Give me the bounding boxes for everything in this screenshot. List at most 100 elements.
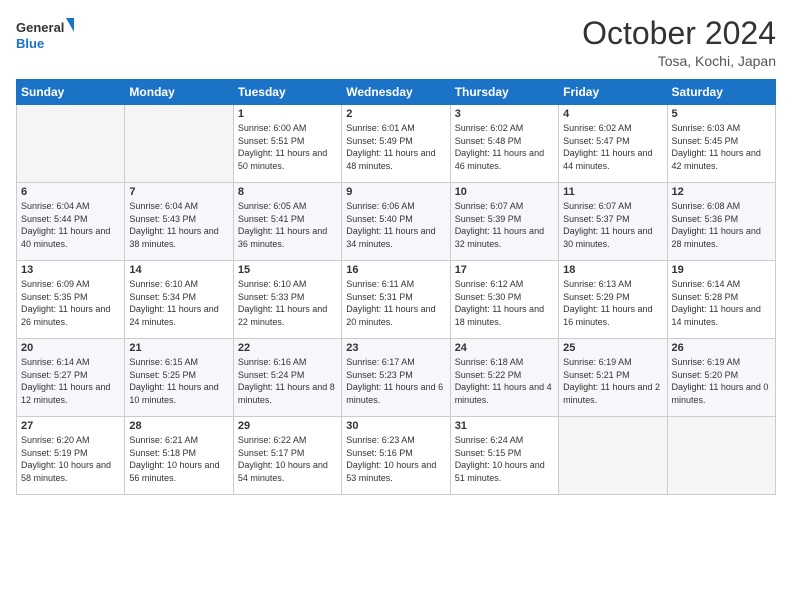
cell-info: Sunrise: 6:04 AMSunset: 5:44 PMDaylight:… bbox=[21, 200, 120, 250]
cell-info: Sunrise: 6:05 AMSunset: 5:41 PMDaylight:… bbox=[238, 200, 337, 250]
cell-info: Sunrise: 6:06 AMSunset: 5:40 PMDaylight:… bbox=[346, 200, 445, 250]
col-sunday: Sunday bbox=[17, 80, 125, 105]
cell-info: Sunrise: 6:01 AMSunset: 5:49 PMDaylight:… bbox=[346, 122, 445, 172]
col-tuesday: Tuesday bbox=[233, 80, 341, 105]
table-row: 10 Sunrise: 6:07 AMSunset: 5:39 PMDayligh… bbox=[450, 183, 558, 261]
table-row: 14 Sunrise: 6:10 AMSunset: 5:34 PMDayligh… bbox=[125, 261, 233, 339]
cell-info: Sunrise: 6:08 AMSunset: 5:36 PMDaylight:… bbox=[672, 200, 771, 250]
day-number: 5 bbox=[672, 108, 771, 120]
day-number: 13 bbox=[21, 264, 120, 276]
day-number: 21 bbox=[129, 342, 228, 354]
title-block: October 2024 Tosa, Kochi, Japan bbox=[582, 16, 776, 69]
table-row: 7 Sunrise: 6:04 AMSunset: 5:43 PMDaylight… bbox=[125, 183, 233, 261]
table-row bbox=[559, 417, 667, 495]
calendar-page: General Blue October 2024 Tosa, Kochi, J… bbox=[0, 0, 792, 612]
calendar-row: 1 Sunrise: 6:00 AMSunset: 5:51 PMDaylight… bbox=[17, 105, 776, 183]
day-number: 20 bbox=[21, 342, 120, 354]
col-saturday: Saturday bbox=[667, 80, 775, 105]
cell-info: Sunrise: 6:03 AMSunset: 5:45 PMDaylight:… bbox=[672, 122, 771, 172]
day-number: 29 bbox=[238, 420, 337, 432]
day-number: 2 bbox=[346, 108, 445, 120]
day-number: 30 bbox=[346, 420, 445, 432]
cell-info: Sunrise: 6:23 AMSunset: 5:16 PMDaylight:… bbox=[346, 434, 445, 484]
day-number: 31 bbox=[455, 420, 554, 432]
cell-info: Sunrise: 6:14 AMSunset: 5:28 PMDaylight:… bbox=[672, 278, 771, 328]
day-number: 22 bbox=[238, 342, 337, 354]
cell-info: Sunrise: 6:14 AMSunset: 5:27 PMDaylight:… bbox=[21, 356, 120, 406]
month-title: October 2024 bbox=[582, 16, 776, 51]
table-row: 26Sunrise: 6:19 AMSunset: 5:20 PMDayligh… bbox=[667, 339, 775, 417]
table-row: 4 Sunrise: 6:02 AMSunset: 5:47 PMDaylight… bbox=[559, 105, 667, 183]
cell-info: Sunrise: 6:12 AMSunset: 5:30 PMDaylight:… bbox=[455, 278, 554, 328]
svg-text:General: General bbox=[16, 20, 64, 35]
cell-info: Sunrise: 6:21 AMSunset: 5:18 PMDaylight:… bbox=[129, 434, 228, 484]
table-row: 27Sunrise: 6:20 AMSunset: 5:19 PMDayligh… bbox=[17, 417, 125, 495]
table-row bbox=[17, 105, 125, 183]
cell-info: Sunrise: 6:02 AMSunset: 5:47 PMDaylight:… bbox=[563, 122, 662, 172]
day-number: 25 bbox=[563, 342, 662, 354]
calendar-row: 20 Sunrise: 6:14 AMSunset: 5:27 PMDayligh… bbox=[17, 339, 776, 417]
day-number: 23 bbox=[346, 342, 445, 354]
table-row: 17 Sunrise: 6:12 AMSunset: 5:30 PMDayligh… bbox=[450, 261, 558, 339]
cell-info: Sunrise: 6:19 AMSunset: 5:21 PMDaylight:… bbox=[563, 356, 662, 406]
cell-info: Sunrise: 6:10 AMSunset: 5:33 PMDaylight:… bbox=[238, 278, 337, 328]
table-row: 3Sunrise: 6:02 AMSunset: 5:48 PMDaylight… bbox=[450, 105, 558, 183]
cell-info: Sunrise: 6:16 AMSunset: 5:24 PMDaylight:… bbox=[238, 356, 337, 406]
col-thursday: Thursday bbox=[450, 80, 558, 105]
day-number: 14 bbox=[129, 264, 228, 276]
logo-svg: General Blue bbox=[16, 16, 76, 56]
cell-info: Sunrise: 6:18 AMSunset: 5:22 PMDaylight:… bbox=[455, 356, 554, 406]
table-row: 30 Sunrise: 6:23 AMSunset: 5:16 PMDayligh… bbox=[342, 417, 450, 495]
table-row: 18Sunrise: 6:13 AMSunset: 5:29 PMDayligh… bbox=[559, 261, 667, 339]
cell-info: Sunrise: 6:10 AMSunset: 5:34 PMDaylight:… bbox=[129, 278, 228, 328]
table-row: 5 Sunrise: 6:03 AMSunset: 5:45 PMDaylight… bbox=[667, 105, 775, 183]
day-number: 19 bbox=[672, 264, 771, 276]
table-row: 22 Sunrise: 6:16 AMSunset: 5:24 PMDayligh… bbox=[233, 339, 341, 417]
table-row: 2 Sunrise: 6:01 AMSunset: 5:49 PMDaylight… bbox=[342, 105, 450, 183]
day-number: 8 bbox=[238, 186, 337, 198]
day-number: 27 bbox=[21, 420, 120, 432]
table-row: 19 Sunrise: 6:14 AMSunset: 5:28 PMDayligh… bbox=[667, 261, 775, 339]
calendar-row: 27Sunrise: 6:20 AMSunset: 5:19 PMDayligh… bbox=[17, 417, 776, 495]
table-row: 28 Sunrise: 6:21 AMSunset: 5:18 PMDayligh… bbox=[125, 417, 233, 495]
col-monday: Monday bbox=[125, 80, 233, 105]
table-row: 12 Sunrise: 6:08 AMSunset: 5:36 PMDayligh… bbox=[667, 183, 775, 261]
logo: General Blue bbox=[16, 16, 76, 56]
table-row: 6 Sunrise: 6:04 AMSunset: 5:44 PMDaylight… bbox=[17, 183, 125, 261]
day-number: 16 bbox=[346, 264, 445, 276]
table-row: 8 Sunrise: 6:05 AMSunset: 5:41 PMDaylight… bbox=[233, 183, 341, 261]
svg-text:Blue: Blue bbox=[16, 36, 44, 51]
cell-info: Sunrise: 6:04 AMSunset: 5:43 PMDaylight:… bbox=[129, 200, 228, 250]
header: General Blue October 2024 Tosa, Kochi, J… bbox=[16, 16, 776, 69]
cell-info: Sunrise: 6:17 AMSunset: 5:23 PMDaylight:… bbox=[346, 356, 445, 406]
day-number: 9 bbox=[346, 186, 445, 198]
table-row: 20 Sunrise: 6:14 AMSunset: 5:27 PMDayligh… bbox=[17, 339, 125, 417]
day-number: 26 bbox=[672, 342, 771, 354]
location: Tosa, Kochi, Japan bbox=[582, 53, 776, 69]
day-number: 17 bbox=[455, 264, 554, 276]
cell-info: Sunrise: 6:13 AMSunset: 5:29 PMDaylight:… bbox=[563, 278, 662, 328]
day-number: 12 bbox=[672, 186, 771, 198]
day-number: 4 bbox=[563, 108, 662, 120]
day-number: 28 bbox=[129, 420, 228, 432]
col-wednesday: Wednesday bbox=[342, 80, 450, 105]
table-row: 21Sunrise: 6:15 AMSunset: 5:25 PMDayligh… bbox=[125, 339, 233, 417]
table-row: 9 Sunrise: 6:06 AMSunset: 5:40 PMDaylight… bbox=[342, 183, 450, 261]
cell-info: Sunrise: 6:02 AMSunset: 5:48 PMDaylight:… bbox=[455, 122, 554, 172]
table-row bbox=[125, 105, 233, 183]
table-row: 1 Sunrise: 6:00 AMSunset: 5:51 PMDaylight… bbox=[233, 105, 341, 183]
header-row: Sunday Monday Tuesday Wednesday Thursday… bbox=[17, 80, 776, 105]
day-number: 15 bbox=[238, 264, 337, 276]
calendar-table: Sunday Monday Tuesday Wednesday Thursday… bbox=[16, 79, 776, 495]
calendar-row: 6 Sunrise: 6:04 AMSunset: 5:44 PMDaylight… bbox=[17, 183, 776, 261]
cell-info: Sunrise: 6:00 AMSunset: 5:51 PMDaylight:… bbox=[238, 122, 337, 172]
table-row: 25 Sunrise: 6:19 AMSunset: 5:21 PMDayligh… bbox=[559, 339, 667, 417]
day-number: 7 bbox=[129, 186, 228, 198]
calendar-row: 13Sunrise: 6:09 AMSunset: 5:35 PMDayligh… bbox=[17, 261, 776, 339]
table-row: 13Sunrise: 6:09 AMSunset: 5:35 PMDayligh… bbox=[17, 261, 125, 339]
table-row bbox=[667, 417, 775, 495]
day-number: 6 bbox=[21, 186, 120, 198]
cell-info: Sunrise: 6:07 AMSunset: 5:39 PMDaylight:… bbox=[455, 200, 554, 250]
day-number: 1 bbox=[238, 108, 337, 120]
day-number: 10 bbox=[455, 186, 554, 198]
